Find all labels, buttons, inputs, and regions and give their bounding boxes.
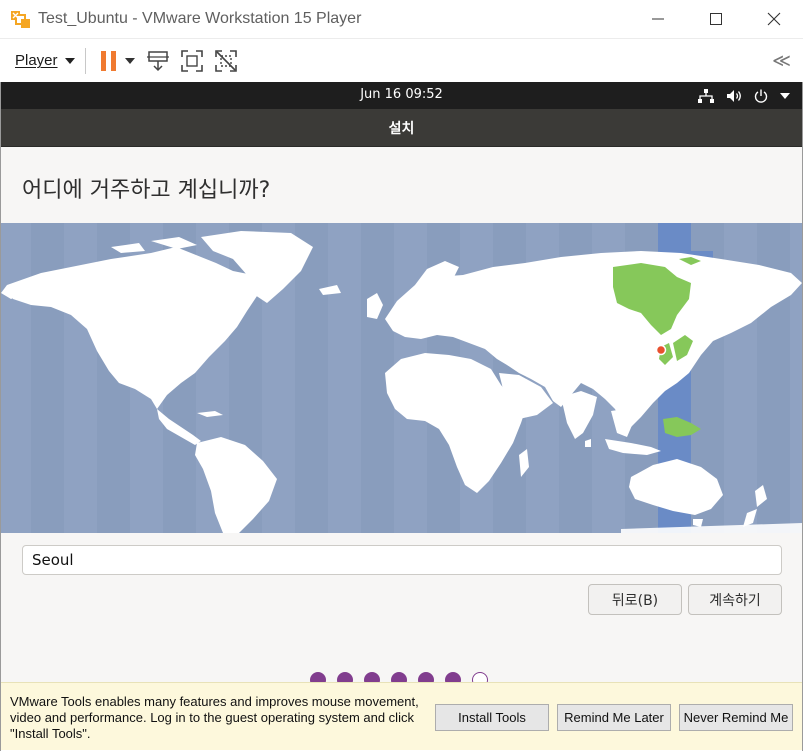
vmware-tools-message: VMware Tools enables many features and i… xyxy=(10,694,419,741)
maximize-icon xyxy=(710,13,722,25)
progress-dots xyxy=(310,672,488,682)
toolbar-divider xyxy=(84,47,86,74)
progress-dot xyxy=(337,672,353,682)
page-title: 어디에 거주하고 계십니까? xyxy=(22,178,271,203)
progress-dot xyxy=(418,672,434,682)
fullscreen-button[interactable] xyxy=(180,46,204,76)
progress-dot xyxy=(364,672,380,682)
progress-dot xyxy=(391,672,407,682)
minimize-icon xyxy=(652,18,664,20)
window-controls xyxy=(629,0,803,38)
unity-icon xyxy=(214,49,237,72)
close-button[interactable] xyxy=(745,0,803,38)
system-tray[interactable] xyxy=(698,82,790,109)
window-title: Test_Ubuntu - VMware Workstation 15 Play… xyxy=(38,10,362,27)
pause-icon xyxy=(100,50,116,71)
continue-button[interactable]: 계속하기 xyxy=(688,584,782,615)
vmware-player-icon xyxy=(11,11,30,28)
progress-dot xyxy=(445,672,461,682)
close-icon xyxy=(767,12,781,26)
timezone-map[interactable] xyxy=(1,223,802,533)
player-menu-label: Player xyxy=(15,52,58,69)
back-button[interactable]: 뒤로(B) xyxy=(588,584,682,615)
progress-dot xyxy=(472,672,488,682)
window-titlebar: Test_Ubuntu - VMware Workstation 15 Play… xyxy=(0,0,803,38)
send-ctrl-alt-del-icon xyxy=(146,50,169,71)
player-toolbar: Player ≪ xyxy=(0,38,803,82)
world-map-graphic[interactable] xyxy=(1,223,802,533)
collapse-icon: ≪ xyxy=(772,50,791,71)
never-remind-button[interactable]: Never Remind Me xyxy=(679,704,793,731)
pause-button[interactable] xyxy=(100,46,118,76)
unity-button[interactable] xyxy=(214,46,238,76)
dropdown-caret-icon xyxy=(124,57,135,64)
window-border-left xyxy=(0,82,1,751)
network-icon xyxy=(698,88,714,103)
power-icon xyxy=(754,89,768,103)
maximize-button[interactable] xyxy=(687,0,745,38)
vmware-tools-bar: VMware Tools enables many features and i… xyxy=(1,682,802,750)
installer-content: 어디에 거주하고 계십니까? Seoul 뒤로(B) 계속하기 xyxy=(1,147,802,682)
install-tools-button[interactable]: Install Tools xyxy=(435,704,549,731)
progress-dot xyxy=(310,672,326,682)
location-marker[interactable] xyxy=(655,344,667,356)
minimize-button[interactable] xyxy=(629,0,687,38)
send-ctrl-alt-del-button[interactable] xyxy=(146,46,170,76)
guest-display[interactable]: Jun 16 09:52 설치 어디에 거주하고 계십니까? Seoul 뒤로(… xyxy=(1,82,802,682)
fullscreen-icon xyxy=(180,49,203,72)
pause-options-button[interactable] xyxy=(124,46,136,76)
collapse-toolbar-button[interactable]: ≪ xyxy=(772,50,791,71)
installer-title: 설치 xyxy=(388,120,415,137)
clock[interactable]: Jun 16 09:52 xyxy=(1,87,802,102)
dropdown-caret-icon xyxy=(64,57,75,64)
menu-caret-icon xyxy=(780,92,790,99)
installer-header: 설치 xyxy=(1,109,802,147)
ubuntu-top-bar: Jun 16 09:52 xyxy=(1,82,802,109)
volume-icon xyxy=(727,89,741,102)
remind-later-button[interactable]: Remind Me Later xyxy=(557,704,671,731)
timezone-input[interactable]: Seoul xyxy=(22,545,782,575)
player-menu-button[interactable]: Player xyxy=(15,46,75,76)
